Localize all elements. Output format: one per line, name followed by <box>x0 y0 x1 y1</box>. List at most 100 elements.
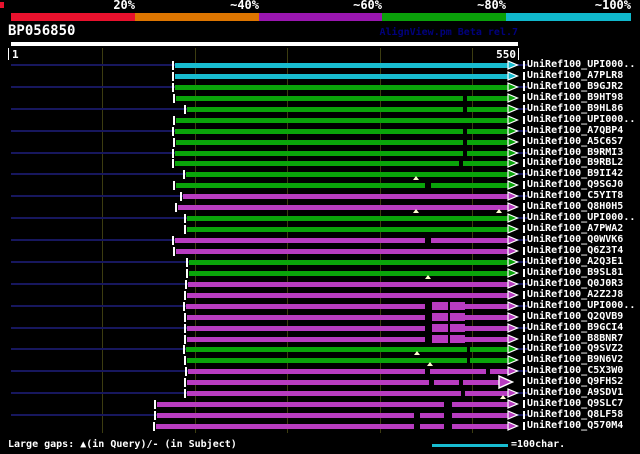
subject-start-tick <box>180 192 182 201</box>
hit-bar[interactable] <box>186 347 509 352</box>
hit-bar[interactable] <box>187 216 509 221</box>
hit-bar[interactable] <box>176 118 509 123</box>
subject-end-tick <box>523 159 525 167</box>
hit-label[interactable]: UniRef100_C5X3W0 <box>527 366 623 376</box>
subject-end-tick <box>523 422 525 430</box>
hit-label[interactable]: UniRef100_Q570M4 <box>527 421 623 431</box>
key-segment-label: ~40% <box>230 0 259 12</box>
hit-label[interactable]: UniRef100_A5C6S7 <box>527 137 623 147</box>
hit-label[interactable]: UniRef100_A7PLR8 <box>527 71 623 81</box>
hit-bar[interactable] <box>175 85 509 90</box>
hit-bar[interactable] <box>187 293 509 298</box>
subject-gap-marker <box>463 129 467 134</box>
hit-label[interactable]: UniRef100_Q0J0R3 <box>527 279 623 289</box>
hit-label[interactable]: UniRef100_Q9SVZ2 <box>527 344 623 354</box>
subject-end-tick <box>523 291 525 299</box>
hit-bar[interactable] <box>178 205 509 210</box>
subject-start-tick <box>172 61 174 70</box>
subject-gap-marker <box>448 326 450 331</box>
subject-start-tick <box>183 345 185 354</box>
hit-bar[interactable] <box>157 402 509 407</box>
subject-gap-marker <box>425 315 432 320</box>
hit-bar[interactable] <box>189 260 509 265</box>
query-id: BP056850 <box>8 23 76 39</box>
hit-label[interactable]: UniRef100_B9GCI4 <box>527 323 623 333</box>
hit-bar[interactable] <box>183 194 509 199</box>
hit-bar[interactable] <box>187 227 509 232</box>
hit-label[interactable]: UniRef100_Q9FHS2 <box>527 377 623 387</box>
hit-bar-thick-segment <box>432 324 448 332</box>
subject-end-tick <box>523 138 525 146</box>
subject-gap-marker <box>444 424 452 429</box>
hit-bar[interactable] <box>157 413 509 418</box>
hit-label[interactable]: UniRef100_UPI000.. <box>527 60 635 70</box>
hit-label[interactable]: UniRef100_B9HL86 <box>527 104 623 114</box>
subject-end-tick <box>523 149 525 157</box>
hit-bar[interactable] <box>187 380 500 385</box>
hit-bar[interactable] <box>156 424 509 429</box>
subject-gap-marker <box>444 402 452 407</box>
subject-end-tick <box>523 280 525 288</box>
hit-bar[interactable] <box>175 74 509 79</box>
subject-start-tick <box>173 181 175 190</box>
hit-bar[interactable] <box>175 238 509 243</box>
hit-bar[interactable] <box>175 63 509 68</box>
hit-bar[interactable] <box>175 151 509 156</box>
subject-start-tick <box>184 105 186 114</box>
hit-bar[interactable] <box>176 96 509 101</box>
subject-start-tick <box>184 378 186 387</box>
key-segment <box>11 13 135 21</box>
hit-bar[interactable] <box>189 271 509 276</box>
hit-label[interactable]: UniRef100_UPI000.. <box>527 115 635 125</box>
ruler-start-label: 1 <box>12 48 19 61</box>
hit-label[interactable]: UniRef100_B9HT98 <box>527 93 623 103</box>
subject-gap-marker <box>463 140 467 145</box>
scale-legend-text: =100char. <box>511 439 566 450</box>
subject-gap-marker <box>467 347 470 352</box>
hit-label[interactable]: UniRef100_C5YIT8 <box>527 191 623 201</box>
hit-bar[interactable] <box>176 249 509 254</box>
hit-bar[interactable] <box>188 282 509 287</box>
hit-bar[interactable] <box>186 172 509 177</box>
hit-label[interactable]: UniRef100_B9II42 <box>527 169 623 179</box>
watermark: AlignView.pm Beta rel.7 <box>379 27 518 38</box>
hit-label[interactable]: UniRef100_A2Q3E1 <box>527 257 623 267</box>
subject-end-tick <box>523 203 525 211</box>
subject-end-tick <box>523 269 525 277</box>
subject-end-tick <box>523 72 525 80</box>
hit-label[interactable]: UniRef100_A9SDV1 <box>527 388 623 398</box>
query-gap-triangle-icon <box>500 395 506 399</box>
subject-end-tick <box>523 345 525 353</box>
hit-label[interactable]: UniRef100_UPI000.. <box>527 301 635 311</box>
hit-label[interactable]: UniRef100_Q8H0H5 <box>527 202 623 212</box>
hit-label[interactable]: UniRef100_Q9SLC7 <box>527 399 623 409</box>
hit-label[interactable]: UniRef100_Q0WVK6 <box>527 235 623 245</box>
hit-label[interactable]: UniRef100_B9N6V2 <box>527 355 623 365</box>
hit-label[interactable]: UniRef100_Q2QVB9 <box>527 312 623 322</box>
subject-gap-marker <box>425 304 432 309</box>
subject-end-tick <box>523 214 525 222</box>
hit-bar-thick-segment <box>432 302 448 310</box>
subject-end-tick <box>523 247 525 255</box>
hit-label[interactable]: UniRef100_A7QBP4 <box>527 126 623 136</box>
scale-legend-line <box>432 444 508 447</box>
hit-bar[interactable] <box>176 140 509 145</box>
hit-label[interactable]: UniRef100_B9SL81 <box>527 268 623 278</box>
hit-label[interactable]: UniRef100_UPI000.. <box>527 213 635 223</box>
hit-bar[interactable] <box>175 129 509 134</box>
key-segment <box>382 13 506 21</box>
hit-bar[interactable] <box>187 107 509 112</box>
subject-start-tick <box>173 138 175 147</box>
hit-bar[interactable] <box>187 358 509 363</box>
hit-label[interactable]: UniRef100_B9GJR2 <box>527 82 623 92</box>
hit-label[interactable]: UniRef100_A7PWA2 <box>527 224 623 234</box>
hit-label[interactable]: UniRef100_Q8LF58 <box>527 410 623 420</box>
hit-label[interactable]: UniRef100_Q6Z3T4 <box>527 246 623 256</box>
hit-label[interactable]: UniRef100_B9RBL2 <box>527 158 623 168</box>
key-segment <box>259 13 382 21</box>
hit-bar[interactable] <box>188 369 509 374</box>
hit-label[interactable]: UniRef100_A2Z2J8 <box>527 290 623 300</box>
hit-bar[interactable] <box>176 183 509 188</box>
hit-label[interactable]: UniRef100_Q9SGJ0 <box>527 180 623 190</box>
subject-end-tick <box>523 356 525 364</box>
